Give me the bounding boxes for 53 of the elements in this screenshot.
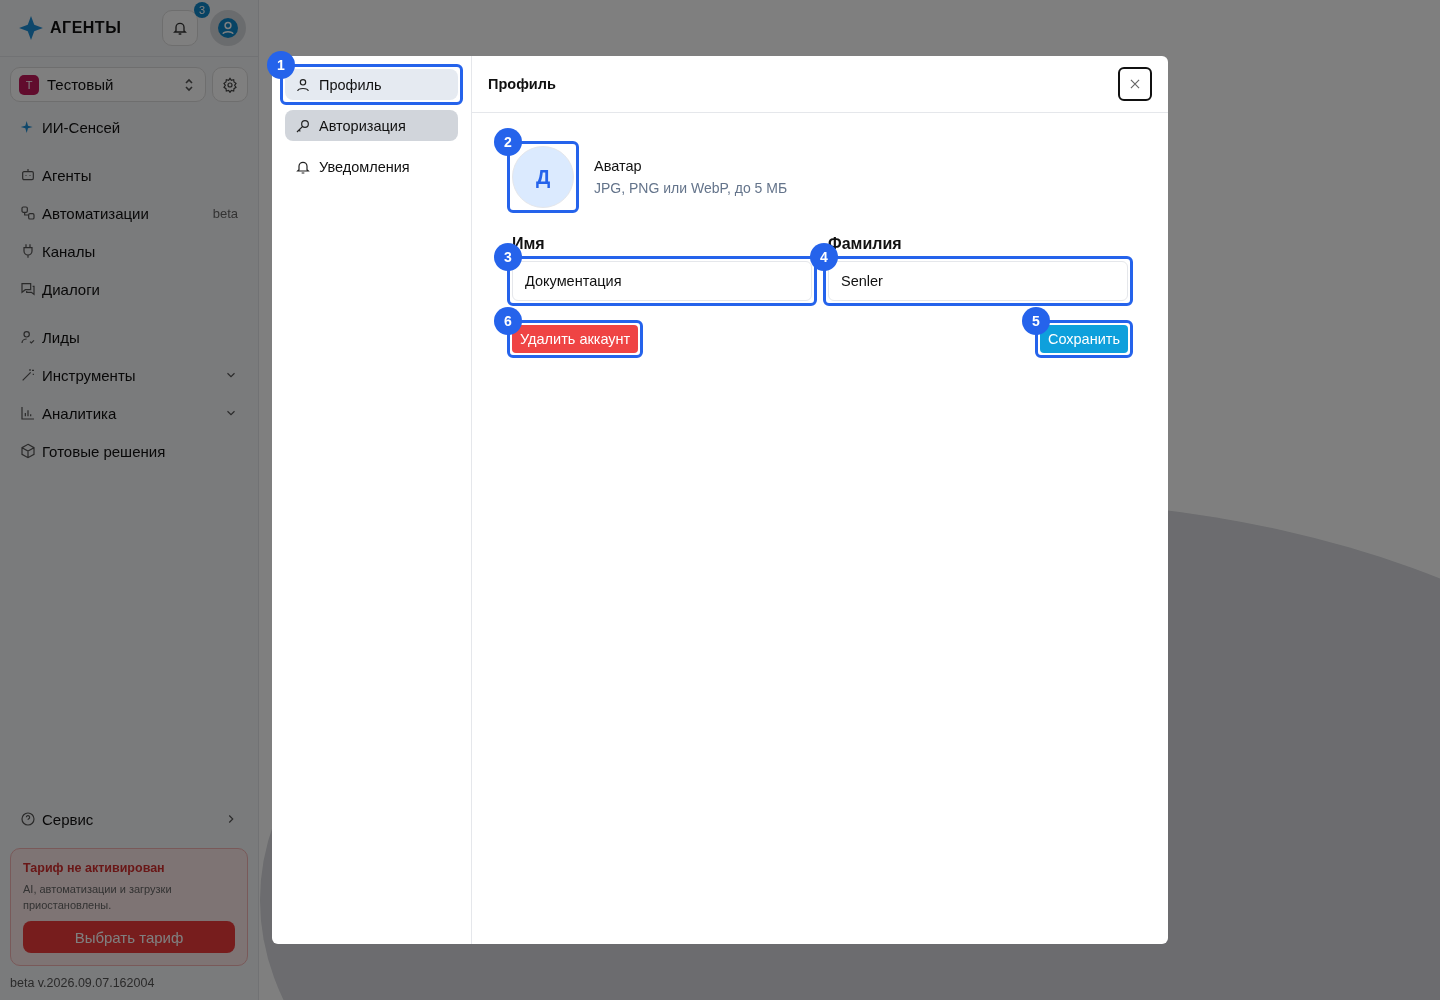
settings-icon [222, 76, 238, 93]
chat-icon [20, 281, 36, 297]
user-icon [20, 329, 36, 345]
workspace-selector[interactable]: Т Тестовый [10, 67, 206, 102]
chevron-updown-icon [183, 77, 195, 92]
chart-icon [20, 405, 36, 421]
nav-item[interactable]: Диалоги [0, 270, 258, 308]
delete-account-button[interactable]: Удалить аккаунт [512, 325, 639, 353]
settings-tab[interactable]: Уведомления [285, 151, 458, 182]
avatar-label: Аватар [594, 158, 643, 174]
notifications-button[interactable] [162, 10, 198, 46]
nav-item[interactable]: Каналы [0, 232, 258, 270]
beta-label: beta [212, 205, 238, 221]
step-marker: 2 [494, 128, 522, 156]
avatar-hint: JPG, PNG или WebP, до 5 МБ [594, 180, 788, 196]
flow-icon [20, 205, 36, 221]
nav-item[interactable]: Автоматизации beta [0, 194, 258, 232]
user-icon [295, 76, 311, 93]
nav-item[interactable]: Лиды [0, 318, 258, 356]
close-icon [1128, 77, 1142, 91]
notification-badge: 3 [194, 2, 210, 18]
choose-plan-button[interactable]: Выбрать тариф [23, 921, 235, 953]
nav-item[interactable]: Готовые решения [0, 432, 258, 470]
settings-tab[interactable]: Профиль [285, 69, 458, 100]
nav-item[interactable]: Инструменты [0, 356, 258, 394]
settings-button[interactable] [212, 67, 248, 102]
text-field[interactable]: Senler [828, 261, 1128, 301]
bell-icon [172, 20, 188, 36]
service-menu-item[interactable]: Сервис [0, 800, 258, 838]
step-marker: 6 [494, 307, 522, 335]
nav-item[interactable]: Аналитика [0, 394, 258, 432]
plug-icon [20, 243, 36, 259]
box-icon [20, 443, 36, 459]
step-marker: 5 [1021, 307, 1050, 335]
wand-icon [20, 367, 36, 383]
settings-tab[interactable]: Авторизация [285, 110, 458, 141]
robot-icon [20, 167, 36, 183]
nav-item[interactable]: ИИ-Сенсей [0, 108, 258, 146]
user-icon [218, 18, 238, 38]
version-text: beta v.2026.09.07.162004 [9, 975, 156, 992]
save-button[interactable]: Сохранить [1039, 325, 1128, 353]
nav-item[interactable]: Агенты [0, 156, 258, 194]
logo-text: АГЕНТЫ [50, 19, 122, 37]
close-button[interactable] [1118, 67, 1152, 101]
avatar-upload-button[interactable]: Д [512, 146, 574, 208]
plan-title: Тариф не активирован [23, 861, 166, 875]
dialog-title: Профиль [488, 76, 557, 92]
logo-icon [18, 15, 44, 41]
key-icon [295, 117, 311, 134]
text-field[interactable]: Документация [512, 261, 812, 301]
user-avatar-button[interactable] [210, 10, 246, 46]
help-icon [20, 811, 36, 827]
plan-text: AI, автоматизации и загрузки приостановлены. [23, 882, 173, 913]
